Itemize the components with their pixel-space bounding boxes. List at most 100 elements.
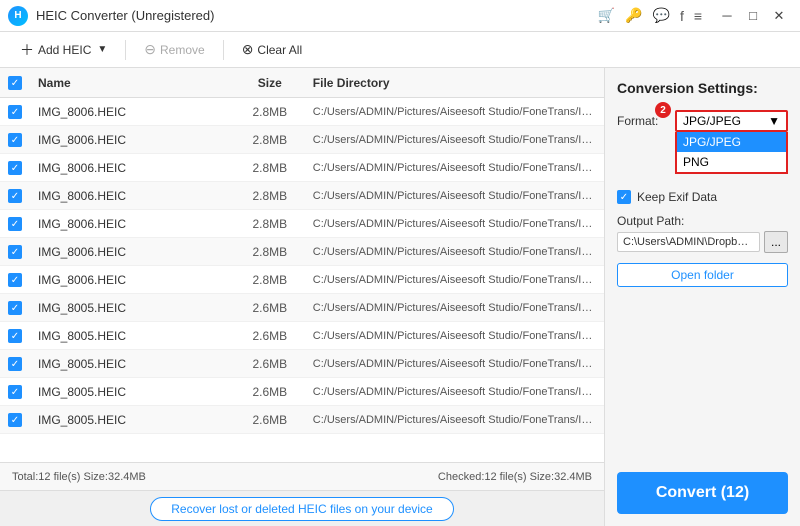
file-panel: ✓ Name Size File Directory ✓ IMG_8006.HE… <box>0 68 605 526</box>
key-icon[interactable]: 🔑 <box>625 7 642 24</box>
table-row[interactable]: ✓ IMG_8006.HEIC 2.8MB C:/Users/ADMIN/Pic… <box>0 266 604 294</box>
row-checkbox[interactable]: ✓ <box>8 189 22 203</box>
format-row: Format: JPG/JPEG ▼ JPG/JPEG PNG 2 <box>617 110 788 132</box>
panel-title: Conversion Settings: <box>617 80 788 96</box>
table-row[interactable]: ✓ IMG_8005.HEIC 2.6MB C:/Users/ADMIN/Pic… <box>0 322 604 350</box>
row-check[interactable]: ✓ <box>0 384 30 400</box>
table-row[interactable]: ✓ IMG_8005.HEIC 2.6MB C:/Users/ADMIN/Pic… <box>0 378 604 406</box>
cart-icon[interactable]: 🛒 <box>598 7 615 24</box>
remove-icon: ⊖ <box>144 41 156 58</box>
table-row[interactable]: ✓ IMG_8005.HEIC 2.6MB C:/Users/ADMIN/Pic… <box>0 406 604 434</box>
table-row[interactable]: ✓ IMG_8005.HEIC 2.6MB C:/Users/ADMIN/Pic… <box>0 350 604 378</box>
row-dir: C:/Users/ADMIN/Pictures/Aiseesoft Studio… <box>305 302 604 314</box>
row-checkbox[interactable]: ✓ <box>8 413 22 427</box>
add-icon: ＋ <box>20 40 34 60</box>
row-checkbox[interactable]: ✓ <box>8 245 22 259</box>
row-check[interactable]: ✓ <box>0 132 30 148</box>
add-heic-button[interactable]: ＋ Add HEIC ▼ <box>10 36 117 64</box>
col-name-header: Name <box>30 76 235 90</box>
row-check[interactable]: ✓ <box>0 160 30 176</box>
close-button[interactable]: ✕ <box>766 5 792 27</box>
row-checkbox[interactable]: ✓ <box>8 161 22 175</box>
row-dir: C:/Users/ADMIN/Pictures/Aiseesoft Studio… <box>305 134 604 146</box>
format-selected-text: JPG/JPEG <box>683 114 741 128</box>
row-dir: C:/Users/ADMIN/Pictures/Aiseesoft Studio… <box>305 246 604 258</box>
recover-button[interactable]: Recover lost or deleted HEIC files on yo… <box>150 497 453 521</box>
title-bar: H HEIC Converter (Unregistered) 🛒 🔑 💬 f … <box>0 0 800 32</box>
row-check[interactable]: ✓ <box>0 188 30 204</box>
row-size: 2.6MB <box>235 301 305 315</box>
format-option-png[interactable]: PNG <box>677 152 786 172</box>
table-row[interactable]: ✓ IMG_8006.HEIC 2.8MB C:/Users/ADMIN/Pic… <box>0 154 604 182</box>
format-option-jpg[interactable]: JPG/JPEG <box>677 132 786 152</box>
row-check[interactable]: ✓ <box>0 272 30 288</box>
remove-label: Remove <box>160 43 205 57</box>
row-name: IMG_8006.HEIC <box>30 189 235 203</box>
format-selected[interactable]: JPG/JPEG ▼ <box>675 110 788 132</box>
row-name: IMG_8006.HEIC <box>30 133 235 147</box>
minimize-button[interactable]: ─ <box>714 5 740 27</box>
row-dir: C:/Users/ADMIN/Pictures/Aiseesoft Studio… <box>305 190 604 202</box>
keep-exif-label: Keep Exif Data <box>637 190 717 204</box>
menu-icon[interactable]: ≡ <box>694 8 702 24</box>
table-row[interactable]: ✓ IMG_8005.HEIC 2.6MB C:/Users/ADMIN/Pic… <box>0 294 604 322</box>
maximize-button[interactable]: □ <box>740 5 766 27</box>
row-checkbox[interactable]: ✓ <box>8 357 22 371</box>
app-title: HEIC Converter (Unregistered) <box>36 8 598 23</box>
right-panel: Conversion Settings: Format: JPG/JPEG ▼ … <box>605 68 800 526</box>
remove-button[interactable]: ⊖ Remove <box>134 37 214 62</box>
clear-all-button[interactable]: ⊗ Clear All <box>232 37 312 62</box>
table-row[interactable]: ✓ IMG_8006.HEIC 2.8MB C:/Users/ADMIN/Pic… <box>0 98 604 126</box>
keep-exif-checkbox[interactable]: ✓ <box>617 190 631 204</box>
row-name: IMG_8006.HEIC <box>30 105 235 119</box>
row-name: IMG_8006.HEIC <box>30 161 235 175</box>
row-checkbox[interactable]: ✓ <box>8 217 22 231</box>
output-path-label: Output Path: <box>617 214 788 228</box>
row-checkbox[interactable]: ✓ <box>8 385 22 399</box>
col-check: ✓ <box>0 75 30 91</box>
format-dropdown[interactable]: JPG/JPEG ▼ JPG/JPEG PNG 2 <box>675 110 788 132</box>
row-size: 2.8MB <box>235 105 305 119</box>
row-checkbox[interactable]: ✓ <box>8 133 22 147</box>
row-checkbox[interactable]: ✓ <box>8 329 22 343</box>
table-row[interactable]: ✓ IMG_8006.HEIC 2.8MB C:/Users/ADMIN/Pic… <box>0 126 604 154</box>
row-checkbox[interactable]: ✓ <box>8 273 22 287</box>
main-container: ✓ Name Size File Directory ✓ IMG_8006.HE… <box>0 68 800 526</box>
row-check[interactable]: ✓ <box>0 412 30 428</box>
header-checkbox[interactable]: ✓ <box>8 76 22 90</box>
table-row[interactable]: ✓ IMG_8006.HEIC 2.8MB C:/Users/ADMIN/Pic… <box>0 182 604 210</box>
row-dir: C:/Users/ADMIN/Pictures/Aiseesoft Studio… <box>305 386 604 398</box>
table-header: ✓ Name Size File Directory <box>0 68 604 98</box>
row-check[interactable]: ✓ <box>0 216 30 232</box>
row-dir: C:/Users/ADMIN/Pictures/Aiseesoft Studio… <box>305 106 604 118</box>
file-table-body: ✓ IMG_8006.HEIC 2.8MB C:/Users/ADMIN/Pic… <box>0 98 604 462</box>
row-check[interactable]: ✓ <box>0 104 30 120</box>
add-dropdown-arrow: ▼ <box>97 44 107 55</box>
row-size: 2.6MB <box>235 385 305 399</box>
row-check[interactable]: ✓ <box>0 300 30 316</box>
row-size: 2.8MB <box>235 189 305 203</box>
total-status: Total:12 file(s) Size:32.4MB <box>12 471 146 483</box>
col-dir-header: File Directory <box>305 76 604 90</box>
convert-button[interactable]: Convert (12) <box>617 472 788 514</box>
browse-path-button[interactable]: ... <box>764 231 788 253</box>
row-checkbox[interactable]: ✓ <box>8 105 22 119</box>
table-row[interactable]: ✓ IMG_8006.HEIC 2.8MB C:/Users/ADMIN/Pic… <box>0 210 604 238</box>
toolbar-separator-2 <box>223 40 224 60</box>
status-bar: Total:12 file(s) Size:32.4MB Checked:12 … <box>0 462 604 490</box>
open-folder-button[interactable]: Open folder <box>617 263 788 287</box>
facebook-icon[interactable]: f <box>680 8 684 24</box>
output-path-display: C:\Users\ADMIN\Dropbox\PC\... <box>617 232 760 252</box>
row-dir: C:/Users/ADMIN/Pictures/Aiseesoft Studio… <box>305 162 604 174</box>
clear-icon: ⊗ <box>242 41 254 58</box>
row-name: IMG_8005.HEIC <box>30 385 235 399</box>
table-row[interactable]: ✓ IMG_8006.HEIC 2.8MB C:/Users/ADMIN/Pic… <box>0 238 604 266</box>
chat-icon[interactable]: 💬 <box>653 7 670 24</box>
row-check[interactable]: ✓ <box>0 356 30 372</box>
row-check[interactable]: ✓ <box>0 328 30 344</box>
row-check[interactable]: ✓ <box>0 244 30 260</box>
format-options: JPG/JPEG PNG <box>675 132 788 174</box>
row-checkbox[interactable]: ✓ <box>8 301 22 315</box>
row-name: IMG_8006.HEIC <box>30 273 235 287</box>
row-size: 2.8MB <box>235 217 305 231</box>
